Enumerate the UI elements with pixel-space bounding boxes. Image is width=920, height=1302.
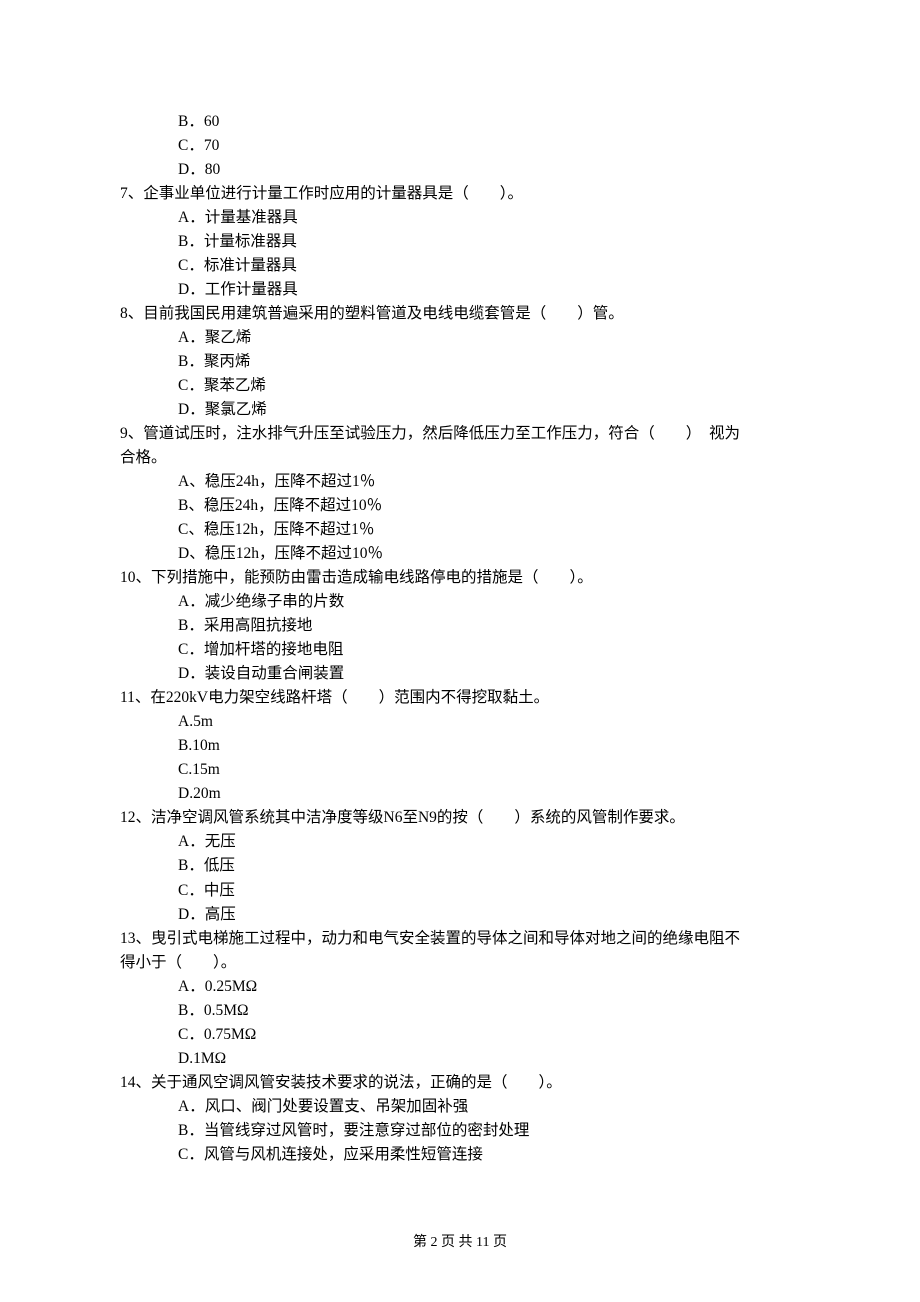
q11-option-C: C.15m [120,758,800,782]
q13-option-C: C．0.75MΩ [120,1023,800,1047]
q8-option-D: D．聚氯乙烯 [120,398,800,422]
q6-option-D: D．80 [120,158,800,182]
q9-option-D: D、稳压12h，压降不超过10％ [120,542,800,566]
q14-stem: 14、关于通风空调风管安装技术要求的说法，正确的是（ ）。 [120,1071,800,1095]
q6-option-C: C．70 [120,134,800,158]
q10-option-B: B．采用高阻抗接地 [120,614,800,638]
q8-option-B: B．聚丙烯 [120,350,800,374]
q13-stem-cont: 得小于（ ）。 [120,951,800,975]
q11-stem: 11、在220kV电力架空线路杆塔（ ）范围内不得挖取黏土。 [120,686,800,710]
q7-option-A: A．计量基准器具 [120,206,800,230]
q9-option-B: B、稳压24h，压降不超过10％ [120,494,800,518]
q8-stem: 8、目前我国民用建筑普遍采用的塑料管道及电线电缆套管是（ ）管。 [120,302,800,326]
q11-option-D: D.20m [120,782,800,806]
q9-stem-cont: 合格。 [120,446,800,470]
q14-option-C: C．风管与风机连接处，应采用柔性短管连接 [120,1143,800,1167]
q8-option-A: A．聚乙烯 [120,326,800,350]
q10-option-A: A．减少绝缘子串的片数 [120,590,800,614]
page-footer: 第 2 页 共 11 页 [0,1232,920,1254]
q14-option-A: A．风口、阀门处要设置支、吊架加固补强 [120,1095,800,1119]
q9-option-A: A、稳压24h，压降不超过1％ [120,470,800,494]
q11-option-B: B.10m [120,734,800,758]
q8-option-C: C．聚苯乙烯 [120,374,800,398]
q13-option-A: A．0.25MΩ [120,975,800,999]
page-container: B．60 C．70 D．80 7、企事业单位进行计量工作时应用的计量器具是（ ）… [0,0,920,1302]
q10-option-C: C．增加杆塔的接地电阻 [120,638,800,662]
q9-stem: 9、管道试压时，注水排气升压至试验压力，然后降低压力至工作压力，符合（ ） 视为 [120,422,800,446]
q7-option-D: D．工作计量器具 [120,278,800,302]
q6-option-B: B．60 [120,110,800,134]
q7-stem: 7、企事业单位进行计量工作时应用的计量器具是（ ）。 [120,182,800,206]
q10-stem: 10、下列措施中，能预防由雷击造成输电线路停电的措施是（ ）。 [120,566,800,590]
q13-option-D: D.1MΩ [120,1047,800,1071]
q7-option-B: B．计量标准器具 [120,230,800,254]
q14-option-B: B．当管线穿过风管时，要注意穿过部位的密封处理 [120,1119,800,1143]
q10-option-D: D．装设自动重合闸装置 [120,662,800,686]
q11-option-A: A.5m [120,710,800,734]
q7-option-C: C．标准计量器具 [120,254,800,278]
q12-stem: 12、洁净空调风管系统其中洁净度等级N6至N9的按（ ）系统的风管制作要求。 [120,806,800,830]
q12-option-B: B．低压 [120,854,800,878]
q13-option-B: B．0.5MΩ [120,999,800,1023]
q12-option-D: D．高压 [120,903,800,927]
q12-option-A: A．无压 [120,830,800,854]
q13-stem: 13、曳引式电梯施工过程中，动力和电气安全装置的导体之间和导体对地之间的绝缘电阻… [120,927,800,951]
q12-option-C: C．中压 [120,879,800,903]
q9-option-C: C、稳压12h，压降不超过1％ [120,518,800,542]
